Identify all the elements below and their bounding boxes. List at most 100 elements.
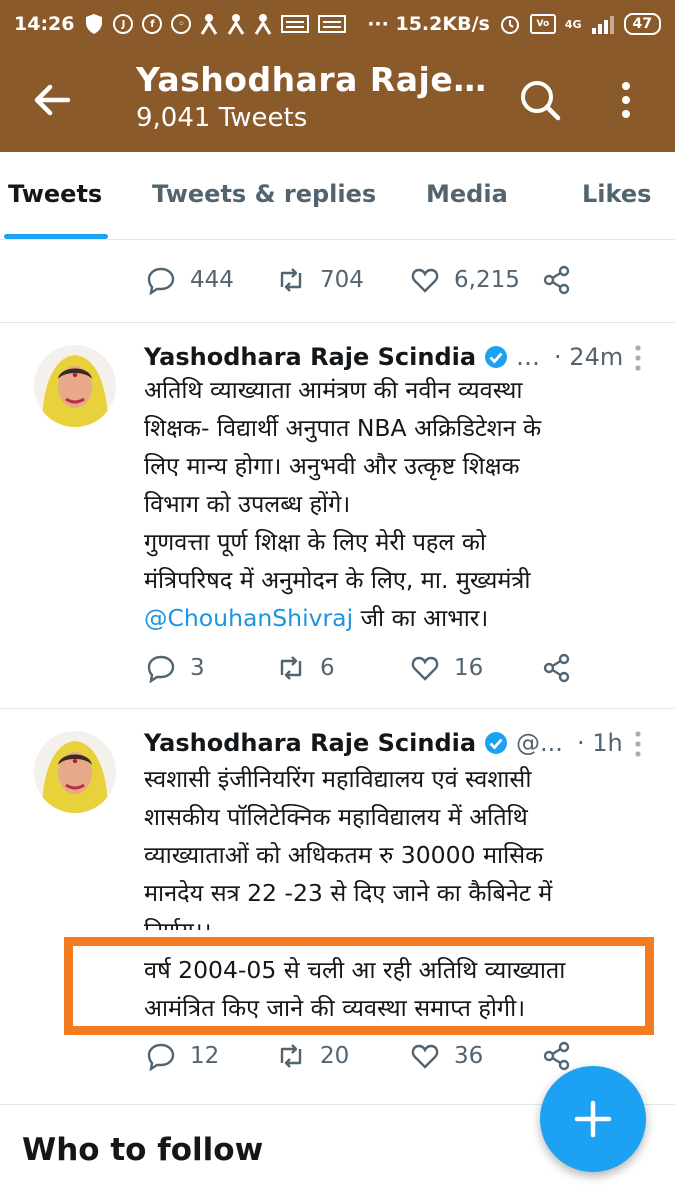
reply-icon	[147, 267, 175, 295]
profile-title: Yashodhara Raje…	[136, 60, 487, 99]
tweet-count: 9,041 Tweets	[136, 103, 308, 133]
whatsapp-icon: ◦	[171, 14, 192, 34]
tweet-item[interactable]: Yashodhara Raje Scindia … · 24m अतिथि व्…	[0, 323, 675, 708]
like-count: 36	[454, 1043, 484, 1069]
avatar[interactable]	[34, 731, 116, 813]
avatar[interactable]	[34, 345, 116, 427]
tweet-time[interactable]: · 24m	[554, 343, 623, 371]
reply-count: 3	[190, 655, 205, 681]
avatar-image	[34, 345, 116, 427]
like-button[interactable]: 16	[410, 653, 483, 683]
alarm-icon	[500, 16, 519, 34]
reply-count: 12	[190, 1043, 220, 1069]
status-bar: 14:26 J f ◦ ··· 15.2KB/s Vo 4G 47	[0, 0, 675, 48]
tweet-line: व्याख्याताओं को अधिकतम रु 30000 मासिक	[144, 841, 544, 869]
tweet-text: अतिथि व्याख्याता आमंत्रण की नवीन व्यवस्थ…	[144, 371, 644, 637]
who-to-follow-heading: Who to follow	[22, 1132, 264, 1168]
facebook-icon: f	[142, 14, 163, 34]
heart-icon	[411, 656, 439, 681]
back-arrow-icon[interactable]	[30, 78, 74, 122]
signal-icon	[591, 16, 614, 34]
highlight-annotation-box	[64, 937, 654, 1035]
profile-tabs: Tweets Tweets & replies Media Likes	[0, 152, 675, 240]
author-name[interactable]: Yashodhara Raje Scindia	[144, 729, 476, 757]
tweet-line: @ChouhanShivraj जी का आभार।	[144, 599, 644, 637]
reply-button[interactable]: 12	[146, 1041, 219, 1071]
active-tab-indicator	[4, 234, 108, 239]
author-name[interactable]: Yashodhara Raje Scindia	[144, 343, 476, 371]
tweet-line: शिक्षक- विद्यार्थी अनुपात NBA अक्रिडिटेश…	[144, 414, 542, 442]
like-button[interactable]: 6,215	[410, 265, 520, 295]
reply-icon	[147, 655, 175, 683]
tweet-line: निर्णय।।	[144, 912, 644, 930]
person-icon	[228, 14, 245, 35]
retweet-button[interactable]: 20	[276, 1041, 349, 1071]
tweet-menu-icon[interactable]	[628, 343, 648, 373]
retweet-button[interactable]: 704	[276, 265, 364, 295]
verified-badge-icon	[485, 732, 508, 754]
tweet-line: शासकीय पॉलिटेक्निक महाविद्यालय में अतिथि	[144, 803, 528, 831]
reply-icon	[147, 1043, 175, 1071]
tweet-actions: 3 6 16	[0, 653, 675, 693]
person-icon	[255, 14, 272, 35]
retweet-count: 20	[320, 1043, 350, 1069]
tweet-line: गुणवत्ता पूर्ण शिक्षा के लिए मेरी पहल को	[144, 528, 486, 556]
share-button[interactable]	[542, 265, 572, 295]
heart-icon	[411, 268, 439, 293]
tweet-line: स्वशासी इंजीनियरिंग महाविद्यालय एवं स्वश…	[144, 765, 532, 793]
like-button[interactable]: 36	[410, 1041, 483, 1071]
tweet-line: मंत्रिपरिषद में अनुमोदन के लिए, मा. मुख्…	[144, 566, 531, 594]
mention-link[interactable]: @ChouhanShivraj	[144, 604, 353, 632]
share-icon	[543, 265, 570, 295]
jio-icon: J	[113, 14, 134, 34]
heart-icon	[411, 1044, 439, 1069]
tweet-line: विभाग को उपलब्ध होंगे।	[144, 490, 351, 518]
tab-media[interactable]: Media	[426, 180, 508, 208]
tweet-item[interactable]: Yashodhara Raje Scindia @... · 1h स्वशास…	[0, 709, 675, 1104]
plus-icon	[574, 1100, 612, 1138]
retweet-count: 704	[320, 267, 364, 293]
tweet-header: Yashodhara Raje Scindia @... · 1h	[144, 729, 623, 757]
tweet-menu-icon[interactable]	[628, 729, 648, 759]
battery-icon: 47	[623, 13, 661, 35]
author-handle: …	[516, 343, 541, 371]
mention-suffix: जी का आभार।	[353, 604, 489, 632]
volte-icon: Vo	[529, 14, 556, 34]
news-icon	[318, 15, 347, 33]
tweet-time[interactable]: · 1h	[577, 729, 623, 757]
overflow-menu-icon[interactable]	[608, 78, 644, 122]
app-bar: Yashodhara Raje… 9,041 Tweets	[0, 48, 675, 152]
compose-tweet-button[interactable]	[540, 1066, 646, 1172]
like-count: 6,215	[454, 267, 520, 293]
person-icon	[201, 14, 218, 35]
retweet-icon	[280, 656, 302, 680]
reply-count: 444	[190, 267, 234, 293]
tweet-line: लिए मान्य होगा। अनुभवी और उत्कृष्ट शिक्ष…	[144, 452, 520, 480]
tweet-line: मानदेय सत्र 22 -23 से दिए जाने का कैबिने…	[144, 879, 553, 907]
tab-likes[interactable]: Likes	[582, 180, 651, 208]
shield-icon	[86, 14, 103, 34]
reply-button[interactable]: 3	[146, 653, 205, 683]
avatar-image	[34, 731, 116, 813]
profile-header: Yashodhara Raje… 9,041 Tweets	[136, 60, 496, 133]
tweet-header: Yashodhara Raje Scindia … · 24m	[144, 343, 623, 371]
author-handle: @...	[516, 729, 563, 757]
like-count: 16	[454, 655, 484, 681]
retweet-icon	[280, 268, 302, 292]
retweet-icon	[280, 1044, 302, 1068]
tweet-text: स्वशासी इंजीनियरिंग महाविद्यालय एवं स्वश…	[144, 760, 644, 930]
tab-tweets[interactable]: Tweets	[8, 180, 102, 208]
battery-level: 47	[632, 16, 652, 32]
reply-button[interactable]: 444	[146, 265, 234, 295]
retweet-button[interactable]: 6	[276, 653, 335, 683]
share-icon	[543, 1041, 570, 1071]
notification-icons: J f ◦	[84, 13, 347, 35]
network-label: 4G	[564, 17, 582, 31]
share-button[interactable]	[542, 1041, 572, 1071]
share-button[interactable]	[542, 653, 572, 683]
tweet-line: अतिथि व्याख्याता आमंत्रण की नवीन व्यवस्थ…	[144, 376, 523, 404]
net-speed: ··· 15.2KB/s	[367, 13, 490, 35]
tab-tweets-replies[interactable]: Tweets & replies	[152, 180, 376, 208]
previous-tweet-actions: 444 704 6,215	[0, 265, 675, 305]
search-icon[interactable]	[518, 78, 562, 122]
